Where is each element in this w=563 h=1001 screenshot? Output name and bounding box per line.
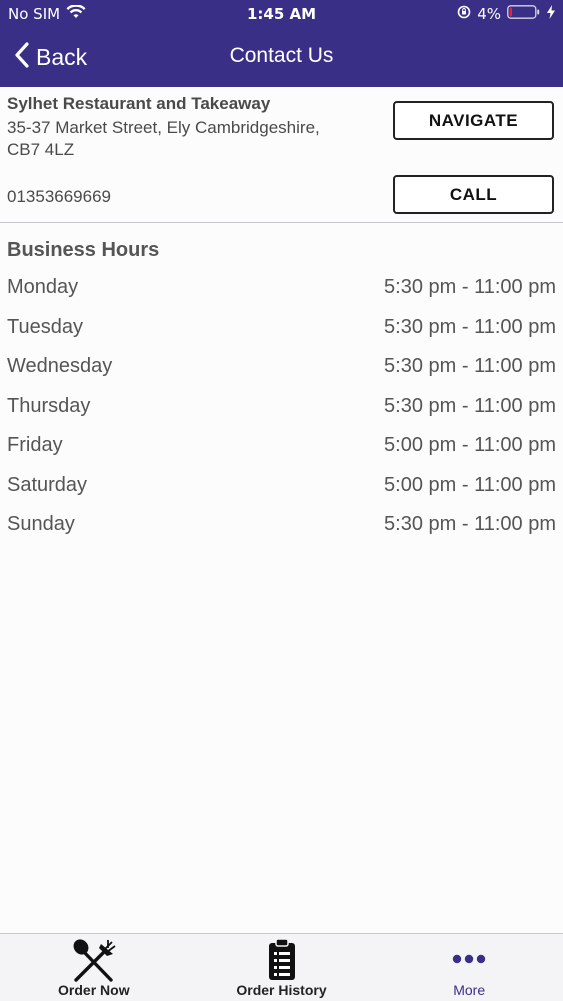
hours-row-monday: Monday 5:30 pm - 11:00 pm xyxy=(7,268,556,308)
restaurant-address: 35-37 Market Street, Ely Cambridgeshire,… xyxy=(7,117,367,161)
address-line-1: 35-37 Market Street, Ely Cambridgeshire, xyxy=(7,118,320,137)
day-hours: 5:30 pm - 11:00 pm xyxy=(384,276,556,299)
restaurant-name: Sylhet Restaurant and Takeaway xyxy=(7,94,271,113)
hours-row-wednesday: Wednesday 5:30 pm - 11:00 pm xyxy=(7,347,556,387)
clipboard-list-icon xyxy=(267,938,297,987)
battery-percent: 4% xyxy=(477,5,501,23)
fork-spoon-icon xyxy=(71,938,117,989)
tab-bar: Order Now Order History More xyxy=(0,933,563,1001)
address-line-2: CB7 4LZ xyxy=(7,140,75,159)
nav-bar: Back Contact Us xyxy=(0,28,563,87)
more-dots-icon xyxy=(451,952,487,970)
battery-icon xyxy=(507,5,541,23)
status-bar: No SIM 1:45 AM 4% xyxy=(0,0,563,28)
call-button[interactable]: CALL xyxy=(393,175,554,214)
day-label: Wednesday xyxy=(7,355,113,378)
day-hours: 5:30 pm - 11:00 pm xyxy=(384,513,556,536)
day-hours: 5:00 pm - 11:00 pm xyxy=(384,434,556,457)
day-hours: 5:30 pm - 11:00 pm xyxy=(384,315,556,338)
day-label: Thursday xyxy=(7,394,91,417)
phone-number: 01353669669 xyxy=(7,187,112,206)
section-divider xyxy=(0,222,563,223)
hours-row-sunday: Sunday 5:30 pm - 11:00 pm xyxy=(7,505,556,545)
day-label: Tuesday xyxy=(7,315,83,338)
day-hours: 5:30 pm - 11:00 pm xyxy=(384,355,556,378)
hours-row-thursday: Thursday 5:30 pm - 11:00 pm xyxy=(7,387,556,427)
hours-row-friday: Friday 5:00 pm - 11:00 pm xyxy=(7,426,556,466)
business-hours-title: Business Hours xyxy=(7,239,160,261)
tab-label: More xyxy=(453,982,486,998)
day-hours: 5:30 pm - 11:00 pm xyxy=(384,394,556,417)
hours-row-tuesday: Tuesday 5:30 pm - 11:00 pm xyxy=(7,308,556,348)
day-label: Friday xyxy=(7,434,63,457)
tab-order-history[interactable]: Order History xyxy=(188,934,376,1001)
tab-more[interactable]: More xyxy=(375,934,563,1001)
business-hours-list: Monday 5:30 pm - 11:00 pm Tuesday 5:30 p… xyxy=(7,268,556,545)
status-right: 4% xyxy=(457,5,555,23)
orientation-lock-icon xyxy=(457,5,471,23)
day-hours: 5:00 pm - 11:00 pm xyxy=(384,473,556,496)
day-label: Sunday xyxy=(7,513,75,536)
tab-order-now[interactable]: Order Now xyxy=(0,934,188,1001)
day-label: Saturday xyxy=(7,473,88,496)
navigate-button[interactable]: NAVIGATE xyxy=(393,101,554,140)
hours-row-saturday: Saturday 5:00 pm - 11:00 pm xyxy=(7,466,556,506)
contact-section: Sylhet Restaurant and Takeaway 35-37 Mar… xyxy=(0,87,563,222)
day-label: Monday xyxy=(7,276,79,299)
page-title: Contact Us xyxy=(229,44,334,67)
charging-icon xyxy=(547,5,555,23)
